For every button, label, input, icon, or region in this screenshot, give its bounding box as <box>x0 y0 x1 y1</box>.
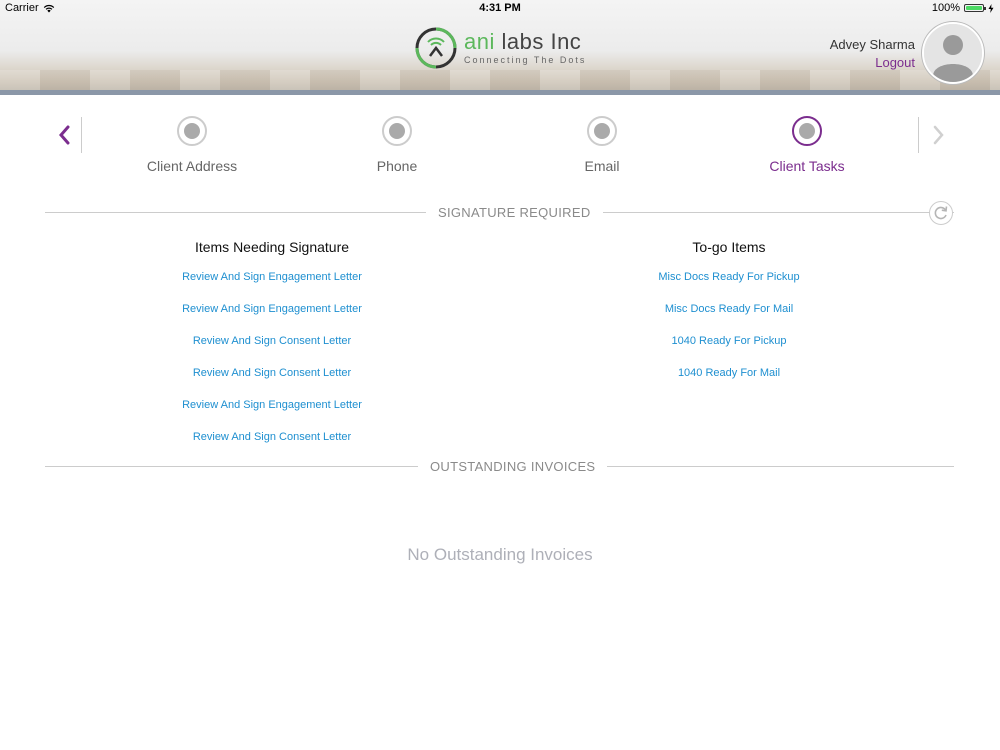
user-name: Advey Sharma <box>829 37 915 52</box>
section-title-signature: SIGNATURE REQUIRED <box>426 205 603 220</box>
step-phone[interactable]: Phone <box>327 116 467 174</box>
battery-percent: 100% <box>931 2 960 14</box>
signature-item-link[interactable]: Review And Sign Engagement Letter <box>122 389 422 421</box>
to-go-item-link[interactable]: Misc Docs Ready For Pickup <box>579 261 879 293</box>
step-divider-left <box>81 117 82 153</box>
step-indicator <box>177 116 207 146</box>
brand-tagline: Connecting The Dots <box>464 55 587 65</box>
user-panel: Advey Sharma Logout <box>830 37 915 70</box>
column-heading: To-go Items <box>692 239 766 255</box>
step-divider-right <box>918 117 919 153</box>
signature-item-link[interactable]: Review And Sign Consent Letter <box>122 421 422 453</box>
empty-invoices-message: No Outstanding Invoices <box>407 545 593 564</box>
battery-icon <box>964 4 986 12</box>
to-go-item-link[interactable]: Misc Docs Ready For Mail <box>579 293 879 325</box>
step-indicator <box>587 116 617 146</box>
header-divider <box>0 90 1000 95</box>
step-client-address[interactable]: Client Address <box>122 116 262 174</box>
step-indicator <box>382 116 412 146</box>
brand-name: ani labs Inc <box>464 29 582 54</box>
section-title-invoices: OUTSTANDING INVOICES <box>418 459 608 474</box>
step-label: Client Tasks <box>769 158 845 174</box>
step-indicator <box>792 116 822 146</box>
refresh-icon[interactable] <box>929 201 953 225</box>
signature-item-link[interactable]: Review And Sign Engagement Letter <box>122 261 422 293</box>
items-needing-signature: Items Needing Signature Review And Sign … <box>122 239 422 453</box>
to-go-items: To-go Items Misc Docs Ready For Pickup M… <box>579 239 879 389</box>
status-bar: Carrier 4:31 PM 100% <box>0 0 1000 16</box>
step-client-tasks[interactable]: Client Tasks <box>737 116 877 174</box>
clock: 4:31 PM <box>479 2 521 14</box>
step-label: Client Address <box>146 158 238 174</box>
logo-icon <box>415 27 457 69</box>
signature-item-link[interactable]: Review And Sign Consent Letter <box>122 325 422 357</box>
signature-item-link[interactable]: Review And Sign Consent Letter <box>122 357 422 389</box>
charging-icon <box>988 3 994 13</box>
to-go-item-link[interactable]: 1040 Ready For Pickup <box>579 325 879 357</box>
step-email[interactable]: Email <box>532 116 672 174</box>
avatar-icon[interactable] <box>922 22 984 84</box>
to-go-item-link[interactable]: 1040 Ready For Mail <box>579 357 879 389</box>
chevron-right-icon[interactable] <box>928 123 948 147</box>
step-label: Email <box>584 158 620 174</box>
chevron-left-icon[interactable] <box>55 123 75 147</box>
battery-indicator: 100% <box>932 2 994 14</box>
column-heading: Items Needing Signature <box>194 239 350 255</box>
company-logo: ani labs Inc Connecting The Dots <box>414 26 586 70</box>
signature-item-link[interactable]: Review And Sign Engagement Letter <box>122 293 422 325</box>
step-label: Phone <box>376 158 418 174</box>
logout-link[interactable]: Logout <box>830 55 915 70</box>
